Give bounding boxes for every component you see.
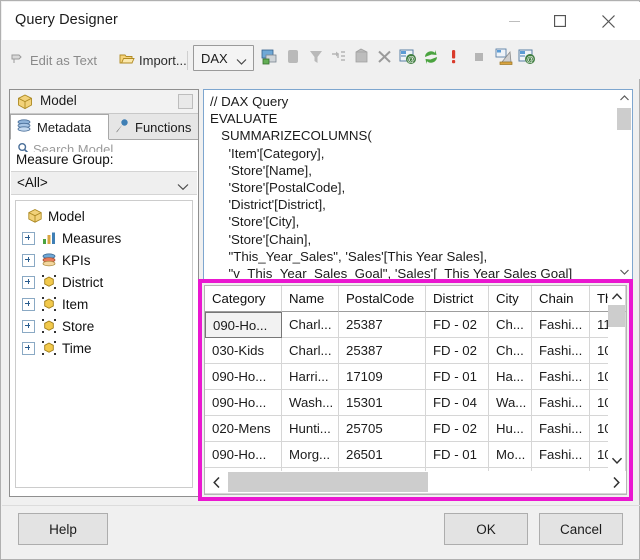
tab-functions[interactable]: Functions [109, 114, 198, 140]
stop-icon[interactable] [469, 45, 489, 69]
funnel-icon[interactable] [306, 45, 326, 69]
tree-item-district[interactable]: District [22, 271, 103, 293]
dimension-icon [40, 340, 58, 356]
run-query-icon[interactable]: @ [517, 45, 537, 69]
measure-group-select[interactable]: <All> [11, 171, 197, 195]
edit-as-text-button[interactable]: Edit as Text [10, 47, 97, 73]
results-grid-highlight [198, 279, 633, 501]
help-button[interactable]: Help [18, 513, 108, 545]
measures-icon [40, 230, 58, 246]
refresh-icon[interactable] [421, 45, 441, 69]
close-icon[interactable] [585, 3, 631, 39]
tree-item-measures[interactable]: Measures [22, 227, 121, 249]
edit-as-text-icon [10, 51, 26, 70]
toolbar-divider [187, 51, 188, 70]
query-language-select[interactable]: DAX [193, 45, 254, 71]
query-designer-window: Query Designer Edit as Text Import... DA… [0, 0, 640, 560]
expand-icon[interactable] [22, 341, 35, 355]
dax-query-text: // DAX Query EVALUATE SUMMARIZECOLUMNS( … [210, 94, 573, 282]
cube-icon [26, 208, 44, 224]
model-tree[interactable]: Model Measures KPIs District Item Store … [15, 200, 193, 488]
tree-item-label: Measures [62, 230, 122, 246]
expand-icon[interactable] [22, 275, 35, 289]
import-button[interactable]: Import... [119, 47, 187, 73]
page-title: Query Designer [15, 12, 118, 28]
folder-open-icon [119, 51, 135, 70]
scroll-up-icon[interactable] [616, 90, 632, 106]
model-pane-title: Model [40, 93, 77, 108]
dimension-icon [40, 274, 58, 290]
tree-item-label: KPIs [62, 252, 91, 268]
dimension-icon [40, 296, 58, 312]
delete-field-icon[interactable] [352, 45, 372, 69]
title-bar: Query Designer [2, 2, 640, 40]
kpi-icon [40, 252, 58, 268]
scroll-down-icon[interactable] [616, 264, 632, 280]
maximize-icon[interactable] [537, 3, 583, 39]
function-pin-icon [114, 118, 130, 137]
measure-group-label: Measure Group: [16, 152, 118, 167]
footer-divider [2, 505, 640, 506]
expand-icon[interactable] [22, 319, 35, 333]
tree-item-time[interactable]: Time [22, 337, 92, 359]
svg-text:@: @ [407, 55, 415, 64]
tree-item-kpis[interactable]: KPIs [22, 249, 91, 271]
query-scroll-thumb[interactable] [617, 108, 631, 130]
cube-icon [17, 94, 33, 115]
tree-item-label: Store [62, 318, 95, 334]
expand-icon[interactable] [22, 231, 35, 245]
expand-icon[interactable] [22, 253, 35, 267]
tree-item-model[interactable]: Model [26, 205, 85, 227]
edit-as-text-label: Edit as Text [30, 52, 97, 68]
chevron-down-icon [177, 178, 189, 196]
cancel-button[interactable]: Cancel [539, 513, 623, 545]
import-label: Import... [139, 52, 187, 68]
tree-item-label: Model [48, 208, 85, 224]
measure-group-value: <All> [17, 175, 48, 190]
tab-metadata[interactable]: Metadata [10, 114, 109, 140]
expand-icon[interactable] [22, 297, 35, 311]
add-table-icon[interactable] [260, 45, 280, 69]
tree-item-label: Time [62, 340, 92, 356]
database-layers-icon [16, 118, 32, 137]
tree-item-label: Item [62, 296, 89, 312]
delete-x-icon[interactable] [375, 45, 395, 69]
dimension-icon [40, 318, 58, 334]
design-mode-icon[interactable] [494, 45, 514, 69]
chevron-down-icon [236, 53, 247, 71]
model-pane-header: Model [10, 90, 198, 114]
group-icon[interactable] [329, 45, 349, 69]
model-pane: Model Metadata Functions Search Model Me… [9, 89, 199, 497]
error-icon[interactable] [444, 45, 464, 69]
tree-item-label: District [62, 274, 104, 290]
tab-metadata-label: Metadata [37, 119, 92, 135]
ok-button[interactable]: OK [444, 513, 528, 545]
pane-options-button[interactable] [178, 94, 193, 109]
add-parameter-icon[interactable]: @ [398, 45, 418, 69]
filter-shape-icon[interactable] [283, 45, 303, 69]
query-language-value: DAX [201, 50, 228, 66]
tree-item-item[interactable]: Item [22, 293, 88, 315]
tab-functions-label: Functions [135, 119, 192, 135]
query-vertical-scrollbar[interactable] [616, 90, 632, 280]
minimize-icon[interactable] [491, 3, 537, 39]
dax-query-editor[interactable]: // DAX Query EVALUATE SUMMARIZECOLUMNS( … [203, 89, 633, 281]
model-pane-tabs: Metadata Functions [10, 114, 198, 140]
tree-item-store[interactable]: Store [22, 315, 94, 337]
svg-text:@: @ [526, 55, 534, 64]
